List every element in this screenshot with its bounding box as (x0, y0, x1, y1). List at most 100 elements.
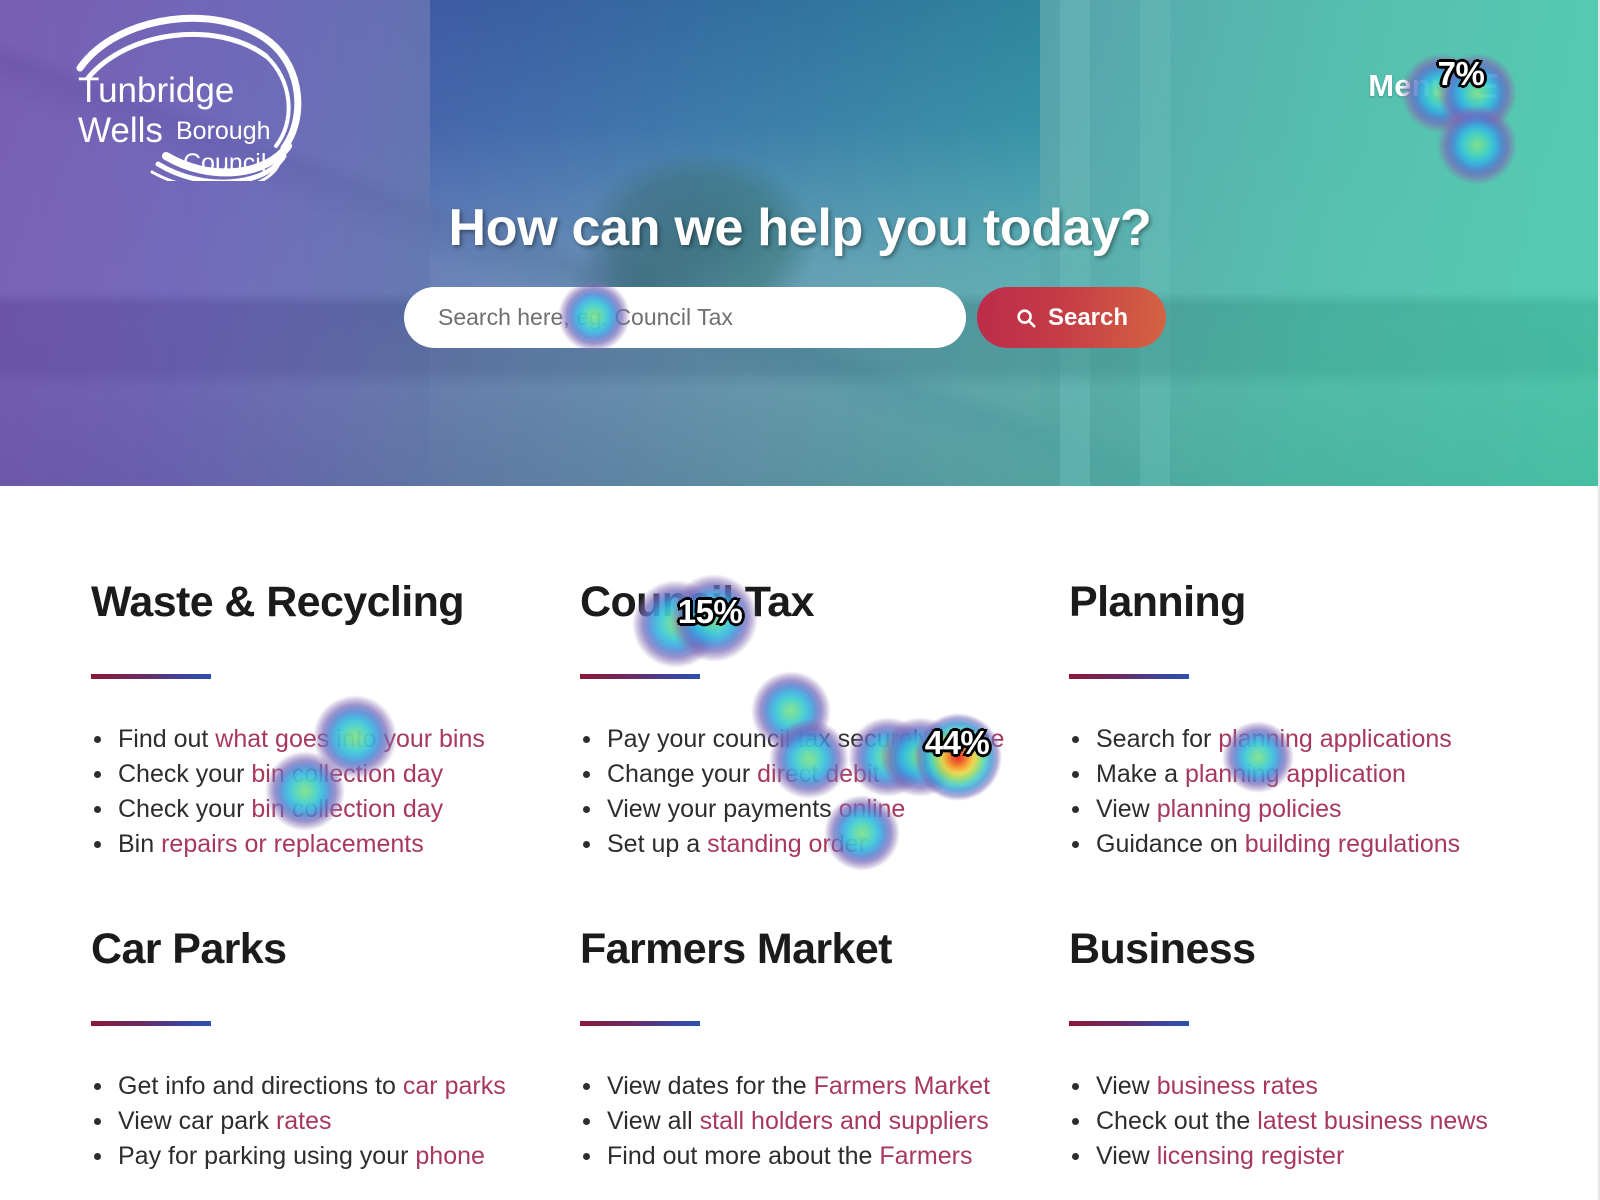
item-link[interactable]: building regulations (1245, 830, 1460, 858)
item-link[interactable]: standing order (707, 830, 867, 858)
item-link[interactable]: planning application (1185, 760, 1406, 788)
site-logo[interactable]: Tunbridge Wells Borough Council (70, 6, 325, 181)
service-card-business: Business View business rates Check out t… (1069, 925, 1521, 1174)
item-link[interactable]: latest business news (1257, 1107, 1488, 1135)
card-link-list: View business rates Check out the latest… (1069, 1069, 1521, 1173)
list-item: Check your bin collection day (91, 792, 580, 826)
item-link[interactable]: online (938, 725, 1005, 753)
list-item: Pay for parking using your phone (91, 1139, 580, 1173)
list-item: Guidance on building regulations (1069, 827, 1521, 861)
card-title: Farmers Market (580, 925, 892, 974)
list-item: Get info and directions to car parks (91, 1069, 580, 1103)
item-link[interactable]: what goes into your bins (215, 725, 485, 753)
list-item: View dates for the Farmers Market (580, 1069, 1069, 1103)
list-item: Change your direct debit (580, 757, 1069, 791)
service-card-waste-recycling: Waste & Recycling Find out what goes int… (91, 578, 580, 862)
hamburger-bar-3 (1463, 93, 1497, 98)
card-divider (91, 674, 211, 680)
item-link[interactable]: rates (276, 1107, 332, 1135)
hero-banner: Tunbridge Wells Borough Council Menu How… (0, 0, 1598, 486)
card-divider (580, 1021, 700, 1027)
list-item: View planning policies (1069, 792, 1521, 826)
list-item: View licensing register (1069, 1139, 1521, 1173)
item-link[interactable]: planning applications (1218, 725, 1452, 753)
hamburger-bar-1 (1463, 73, 1497, 78)
menu-label: Menu (1368, 68, 1450, 103)
hamburger-icon[interactable] (1463, 73, 1497, 98)
search-bar: Search (404, 287, 1166, 348)
hamburger-bar-2 (1463, 83, 1497, 88)
list-item: View your payments online (580, 792, 1069, 826)
item-prefix: Find out (118, 725, 216, 754)
card-divider (580, 674, 700, 680)
list-item: Check out the latest business news (1069, 1104, 1521, 1138)
item-link[interactable]: bin collection day (251, 795, 443, 823)
search-button[interactable]: Search (977, 287, 1166, 348)
list-item: View car park rates (91, 1104, 580, 1138)
item-prefix: Pay for parking using your (118, 1142, 416, 1171)
logo-text-tunbridge: Tunbridge (78, 71, 234, 110)
search-input[interactable] (404, 287, 966, 348)
item-link[interactable]: business rates (1157, 1072, 1318, 1100)
logo-text-wells: Wells (78, 111, 163, 150)
item-prefix: Check your (118, 795, 252, 824)
list-item: Check your bin collection day (91, 757, 580, 791)
item-prefix: Change your (607, 760, 758, 789)
item-link[interactable]: Farmers (879, 1142, 972, 1170)
service-card-grid: Waste & Recycling Find out what goes int… (91, 578, 1521, 1174)
card-title: Waste & Recycling (91, 578, 465, 626)
service-card-farmers-market: Farmers Market View dates for the Farmer… (580, 925, 1069, 1174)
item-prefix: View all (607, 1107, 700, 1136)
card-divider (91, 1021, 211, 1027)
logo-swoosh-icon: Tunbridge Wells Borough Council (76, 14, 302, 181)
item-link[interactable]: Farmers Market (814, 1072, 990, 1100)
menu-toggle[interactable]: Menu (1368, 70, 1497, 101)
item-link[interactable]: phone (415, 1142, 485, 1170)
list-item: Find out what goes into your bins (91, 722, 580, 756)
list-item: Find out more about the Farmers (580, 1139, 1069, 1173)
card-link-list: Find out what goes into your bins Check … (91, 722, 580, 861)
card-divider (1069, 1021, 1189, 1027)
item-prefix: Check out the (1096, 1107, 1258, 1136)
card-link-list: View dates for the Farmers Market View a… (580, 1069, 1069, 1173)
item-link[interactable]: repairs or replacements (161, 830, 424, 858)
card-title: Business (1069, 925, 1256, 974)
item-prefix: View (1096, 1072, 1157, 1101)
hero-title: How can we help you today? (448, 199, 1152, 257)
page-root: Tunbridge Wells Borough Council Menu How… (0, 0, 1600, 1200)
item-prefix: Find out more about the (607, 1142, 880, 1171)
main-content: Waste & Recycling Find out what goes int… (0, 486, 1598, 1200)
item-prefix: Check your (118, 760, 252, 789)
list-item: Bin repairs or replacements (91, 827, 580, 861)
service-card-car-parks: Car Parks Get info and directions to car… (91, 926, 580, 1174)
magnifier-icon (1017, 308, 1036, 328)
item-link[interactable]: car parks (403, 1072, 506, 1100)
logo-text-borough: Borough (176, 117, 271, 145)
card-title: Council Tax (580, 578, 815, 626)
item-prefix: Pay your council tax securely (607, 725, 938, 754)
list-item: Make a planning application (1069, 757, 1521, 791)
list-item: Pay your council tax securely online (580, 722, 1069, 756)
list-item: Search for planning applications (1069, 722, 1521, 756)
item-prefix: Bin (118, 830, 162, 859)
item-prefix: Guidance on (1096, 830, 1245, 859)
item-link[interactable]: online (839, 795, 906, 823)
card-link-list: Pay your council tax securely online Cha… (580, 722, 1069, 861)
item-prefix: View (1096, 1142, 1157, 1171)
service-card-planning: Planning Search for planning application… (1069, 578, 1521, 862)
item-prefix: Get info and directions to (118, 1072, 403, 1101)
card-divider (1069, 674, 1189, 680)
item-link[interactable]: bin collection day (251, 760, 443, 788)
item-link[interactable]: stall holders and suppliers (700, 1107, 989, 1135)
item-prefix: View car park (118, 1107, 276, 1136)
card-title: Planning (1069, 578, 1246, 626)
item-prefix: View your payments (607, 795, 839, 824)
card-link-list: Get info and directions to car parks Vie… (91, 1069, 580, 1173)
item-link[interactable]: planning policies (1157, 795, 1342, 823)
card-link-list: Search for planning applications Make a … (1069, 722, 1521, 861)
item-link[interactable]: licensing register (1157, 1142, 1345, 1170)
item-prefix: View dates for the (607, 1072, 814, 1101)
list-item: Set up a standing order (580, 827, 1069, 861)
item-link[interactable]: direct debit (757, 760, 879, 788)
item-prefix: Make a (1096, 760, 1185, 789)
